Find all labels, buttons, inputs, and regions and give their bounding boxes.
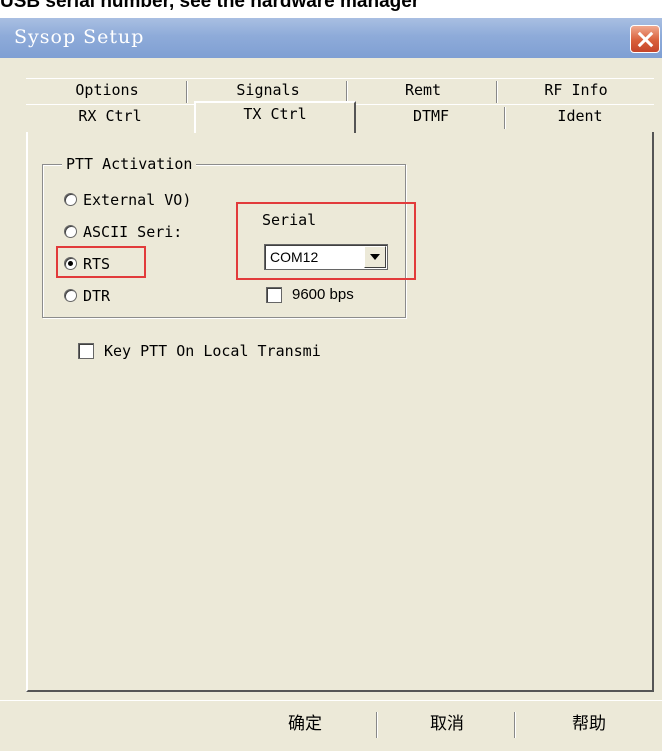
- divider: [0, 700, 662, 703]
- baud-checkbox[interactable]: [266, 287, 282, 303]
- tab-rx-ctrl[interactable]: RX Ctrl: [26, 104, 194, 128]
- title-bar[interactable]: Sysop Setup: [0, 18, 662, 58]
- caption-text: USB serial number, see the hardware mana…: [0, 0, 662, 18]
- radio-ascii-serial[interactable]: ASCII Seri:: [64, 222, 182, 242]
- serial-highlight-box: [236, 202, 416, 280]
- radio-button-icon[interactable]: [64, 289, 77, 302]
- help-button[interactable]: 帮助: [516, 708, 662, 740]
- radio-button-icon[interactable]: [64, 225, 77, 238]
- cancel-button[interactable]: 取消: [378, 708, 516, 740]
- tab-ident[interactable]: Ident: [506, 104, 654, 128]
- key-ptt-checkbox[interactable]: [78, 343, 94, 359]
- tab-options[interactable]: Options: [26, 78, 188, 103]
- baud-label: 9600 bps: [292, 286, 354, 303]
- tab-dtmf[interactable]: DTMF: [356, 104, 506, 129]
- tab-remt[interactable]: Remt: [348, 78, 498, 103]
- key-ptt-label: Key PTT On Local Transmi: [104, 342, 321, 360]
- ptt-activation-label: PTT Activation: [62, 154, 197, 174]
- radio-button-icon[interactable]: [64, 193, 77, 206]
- radio-dtr[interactable]: DTR: [64, 286, 110, 306]
- radio-external-vox[interactable]: External VO): [64, 190, 191, 210]
- close-icon[interactable]: [630, 25, 660, 53]
- tab-tx-ctrl[interactable]: TX Ctrl: [194, 101, 356, 133]
- window-title: Sysop Setup: [14, 26, 145, 48]
- ok-button[interactable]: 确定: [232, 708, 378, 740]
- rts-highlight-box: [56, 246, 146, 278]
- tab-rf-info[interactable]: RF Info: [498, 78, 654, 102]
- tab-signals[interactable]: Signals: [188, 78, 348, 103]
